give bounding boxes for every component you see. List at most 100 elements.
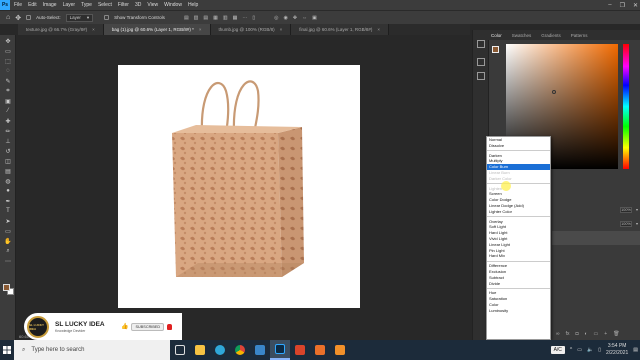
menu-help[interactable]: Help [188, 2, 198, 8]
distribute-icon[interactable]: ▯ [252, 15, 255, 21]
home-icon[interactable]: ⌂ [6, 14, 10, 21]
show-transform-checkbox[interactable] [104, 15, 110, 20]
document-canvas[interactable] [118, 65, 360, 308]
brush-settings-icon[interactable] [477, 72, 485, 80]
chevron-down-icon[interactable]: ▾ [636, 207, 638, 212]
menu-image[interactable]: Image [43, 2, 57, 8]
menu-file[interactable]: File [14, 2, 22, 8]
type-tool-icon[interactable]: T [3, 207, 13, 215]
menu-select[interactable]: Select [98, 2, 112, 8]
menu-view[interactable]: View [147, 2, 158, 8]
3d-orbit-icon[interactable]: ◉ [283, 15, 287, 21]
close-tab-icon[interactable]: × [92, 27, 95, 32]
align-left-icon[interactable]: ▤ [184, 15, 189, 21]
new-layer-icon[interactable]: + [604, 331, 607, 337]
link-icon[interactable]: ∞ [556, 331, 560, 337]
blend-option-lighter-color[interactable]: Lighter Color [487, 209, 550, 215]
adjustment-icon[interactable]: ◐ [585, 331, 588, 337]
align-middle-icon[interactable]: ▥ [223, 15, 228, 21]
blend-option-hard-mix[interactable]: Hard Mix [487, 253, 550, 259]
volume-icon[interactable]: 🔈 [587, 347, 593, 353]
crop-tool-icon[interactable]: ⌗ [3, 87, 13, 95]
notifications-icon[interactable]: ▤ [633, 347, 638, 353]
menu-window[interactable]: Window [164, 2, 182, 8]
healing-tool-icon[interactable]: ✚ [3, 117, 13, 125]
chevron-down-icon[interactable]: ▾ [636, 221, 638, 226]
align-center-icon[interactable]: ▥ [194, 15, 199, 21]
lasso-tool-icon[interactable]: ◌ [3, 67, 13, 75]
chevron-up-icon[interactable]: ^ [570, 347, 572, 353]
windows-start-icon[interactable] [0, 340, 14, 360]
panel-foreground-swatch[interactable] [492, 46, 499, 53]
document-tab[interactable]: final.jpg @ 60.6% (Layer 1, RGB/8#) × [291, 24, 389, 35]
store-icon[interactable] [250, 340, 270, 360]
stamp-tool-icon[interactable]: ⊥ [3, 137, 13, 145]
color-picker-circle[interactable] [552, 90, 556, 94]
close-icon[interactable]: ✕ [633, 2, 638, 9]
trash-icon[interactable]: 🗑 [613, 331, 619, 337]
history-brush-tool-icon[interactable]: ↺ [3, 147, 13, 155]
foreground-color-swatch[interactable] [3, 284, 10, 291]
tab-gradients[interactable]: Gradients [541, 33, 561, 38]
artboard-tool-icon[interactable]: ▭ [3, 47, 13, 55]
lang-badge[interactable]: A/C [550, 346, 565, 354]
fill-input[interactable]: 100% [619, 220, 632, 227]
auto-select-dropdown[interactable]: Layer ▾ [65, 13, 94, 22]
pen-tool-icon[interactable]: ✒ [3, 197, 13, 205]
document-tab[interactable]: bag (1).jpg @ 60.6% (Layer 1, RGB/8#) * × [103, 24, 211, 35]
minimize-icon[interactable]: – [608, 2, 611, 8]
3d-pan-icon[interactable]: ✥ [293, 15, 297, 21]
move-tool-icon[interactable]: ✥ [15, 14, 21, 22]
menu-edit[interactable]: Edit [28, 2, 37, 8]
app-orange-icon[interactable] [310, 340, 330, 360]
shape-tool-icon[interactable]: ▭ [3, 227, 13, 235]
quick-select-tool-icon[interactable]: ✎ [3, 77, 13, 85]
tab-swatches[interactable]: Swatches [512, 33, 532, 38]
more-options-icon[interactable]: ⋯ [242, 15, 247, 21]
menu-layer[interactable]: Layer [63, 2, 76, 8]
blend-option-divide[interactable]: Divide [487, 281, 550, 287]
blend-option-darker-color[interactable]: Darker Color [487, 176, 550, 182]
edge-icon[interactable] [210, 340, 230, 360]
align-bottom-icon[interactable]: ▦ [233, 15, 238, 21]
layer-row-selected[interactable] [552, 231, 640, 245]
app-red-icon[interactable] [290, 340, 310, 360]
photoshop-taskbar-icon[interactable] [270, 340, 290, 360]
3d-slide-icon[interactable]: ⇔ [302, 15, 307, 21]
3d-scale-icon[interactable]: ▣ [312, 15, 317, 21]
close-tab-icon[interactable]: × [280, 27, 283, 32]
history-icon[interactable] [477, 40, 485, 48]
align-right-icon[interactable]: ▤ [203, 15, 208, 21]
blur-tool-icon[interactable]: ◍ [3, 177, 13, 185]
mask-icon[interactable]: ◘ [575, 331, 578, 337]
task-view-icon[interactable] [170, 340, 190, 360]
fx-icon[interactable]: fx [566, 331, 570, 337]
close-tab-icon[interactable]: × [199, 27, 202, 32]
marquee-tool-icon[interactable]: ⬚ [3, 57, 13, 65]
subscribe-button[interactable]: SUBSCRIBED [131, 322, 165, 331]
file-explorer-icon[interactable] [190, 340, 210, 360]
tab-color[interactable]: Color [491, 33, 502, 38]
eyedropper-tool-icon[interactable]: ⁄ [3, 107, 13, 115]
folder-icon[interactable]: ▭ [594, 331, 599, 337]
opacity-input[interactable]: 100% [619, 206, 632, 213]
thumbs-up-icon[interactable]: 👍 [121, 323, 128, 330]
more-tool-icon[interactable]: ⋯ [3, 257, 13, 265]
frame-tool-icon[interactable]: ▣ [3, 97, 13, 105]
path-select-tool-icon[interactable]: ➤ [3, 217, 13, 225]
properties-icon[interactable] [477, 58, 485, 66]
menu-type[interactable]: Type [81, 2, 92, 8]
blend-mode-dropdown[interactable]: Normal Dissolve Darken Multiply Color Burn Li… [486, 136, 551, 340]
hand-tool-icon[interactable]: ✋ [3, 237, 13, 245]
auto-select-checkbox[interactable] [26, 15, 32, 20]
document-tab[interactable]: thumb.jpg @ 100% (RGB/8) × [210, 24, 292, 35]
move-tool-icon[interactable]: ✥ [3, 37, 13, 45]
brush-tool-icon[interactable]: ✏ [3, 127, 13, 135]
align-top-icon[interactable]: ▦ [213, 15, 218, 21]
hue-slider[interactable] [623, 44, 629, 169]
close-tab-icon[interactable]: × [377, 27, 380, 32]
chrome-icon[interactable] [230, 340, 250, 360]
menu-filter[interactable]: Filter [118, 2, 129, 8]
clock[interactable]: 3:54 PM 2/22/2021 [606, 343, 628, 357]
menu-3d[interactable]: 3D [135, 2, 141, 8]
